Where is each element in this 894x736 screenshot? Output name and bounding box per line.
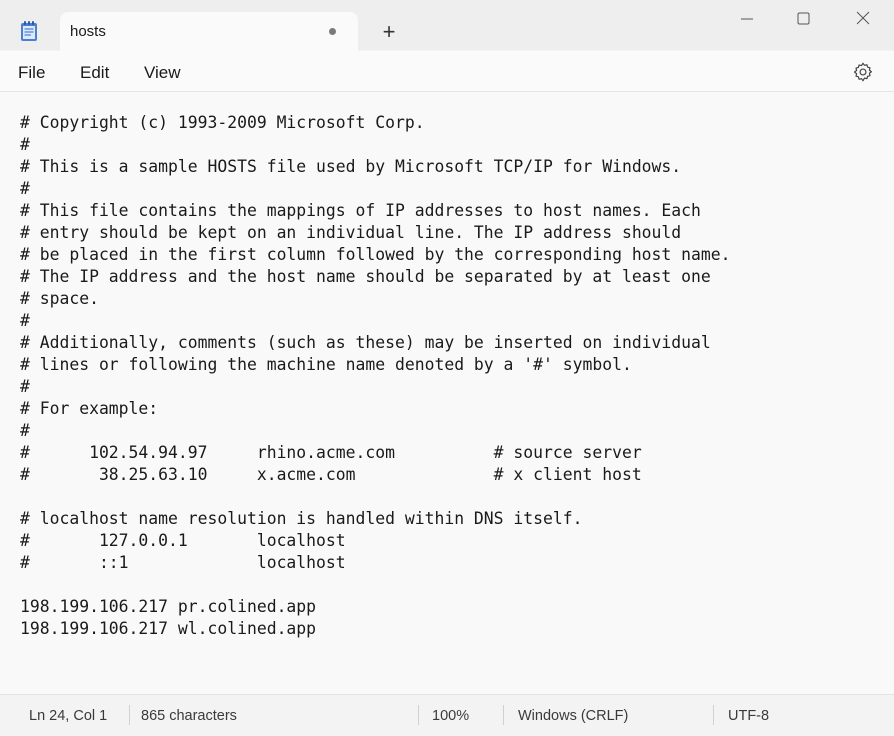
editor-line[interactable]: # <box>20 310 731 332</box>
gear-icon[interactable] <box>852 61 874 83</box>
editor-line[interactable]: # The IP address and the host name shoul… <box>20 266 731 288</box>
editor-line[interactable]: ​ <box>20 574 731 596</box>
editor-line[interactable]: # For example: <box>20 398 731 420</box>
editor-line[interactable]: # 102.54.94.97 rhino.acme.com # source s… <box>20 442 731 464</box>
cursor-position[interactable]: Ln 24, Col 1 <box>29 708 107 724</box>
editor-line[interactable]: # This is a sample HOSTS file used by Mi… <box>20 156 731 178</box>
editor-line[interactable]: # This file contains the mappings of IP … <box>20 200 731 222</box>
editor-line[interactable]: # <box>20 178 731 200</box>
line-ending[interactable]: Windows (CRLF) <box>518 708 628 724</box>
new-tab-button[interactable]: + <box>376 19 402 45</box>
text-editor[interactable]: # Copyright (c) 1993-2009 Microsoft Corp… <box>0 92 894 694</box>
editor-line[interactable]: # Additionally, comments (such as these)… <box>20 332 731 354</box>
editor-line[interactable]: # ::1 localhost <box>20 552 731 574</box>
editor-line[interactable]: # localhost name resolution is handled w… <box>20 508 731 530</box>
minimize-button[interactable] <box>734 8 760 30</box>
editor-line[interactable]: # 127.0.0.1 localhost <box>20 530 731 552</box>
editor-line[interactable]: # entry should be kept on an individual … <box>20 222 731 244</box>
editor-line[interactable]: 198.199.106.217 wl.colined.app <box>20 618 731 640</box>
tab-title: hosts <box>70 23 106 40</box>
menu-bar: File Edit View <box>0 51 894 92</box>
editor-line[interactable]: # space. <box>20 288 731 310</box>
editor-line[interactable]: # be placed in the first column followed… <box>20 244 731 266</box>
status-separator <box>713 705 714 725</box>
menu-file[interactable]: File <box>18 63 45 83</box>
editor-line[interactable]: # <box>20 376 731 398</box>
editor-line[interactable]: # <box>20 134 731 156</box>
status-separator <box>129 705 130 725</box>
editor-line[interactable]: # <box>20 420 731 442</box>
maximize-button[interactable] <box>791 8 817 30</box>
zoom-level[interactable]: 100% <box>432 708 469 724</box>
status-bar: Ln 24, Col 1 865 characters 100% Windows… <box>0 694 894 736</box>
status-separator <box>503 705 504 725</box>
menu-edit[interactable]: Edit <box>80 63 109 83</box>
encoding[interactable]: UTF-8 <box>728 708 769 724</box>
editor-content[interactable]: # Copyright (c) 1993-2009 Microsoft Corp… <box>20 112 731 640</box>
close-button[interactable] <box>850 8 876 30</box>
status-separator <box>418 705 419 725</box>
editor-line[interactable]: # lines or following the machine name de… <box>20 354 731 376</box>
title-bar: hosts + <box>0 0 894 51</box>
unsaved-indicator-icon[interactable] <box>329 28 336 35</box>
editor-line[interactable]: ​ <box>20 486 731 508</box>
menu-view[interactable]: View <box>144 63 181 83</box>
editor-line[interactable]: # 38.25.63.10 x.acme.com # x client host <box>20 464 731 486</box>
editor-line[interactable]: # Copyright (c) 1993-2009 Microsoft Corp… <box>20 112 731 134</box>
editor-line[interactable]: 198.199.106.217 pr.colined.app <box>20 596 731 618</box>
tab-hosts[interactable]: hosts <box>60 12 358 51</box>
character-count: 865 characters <box>141 708 237 724</box>
notepad-icon <box>21 21 37 41</box>
